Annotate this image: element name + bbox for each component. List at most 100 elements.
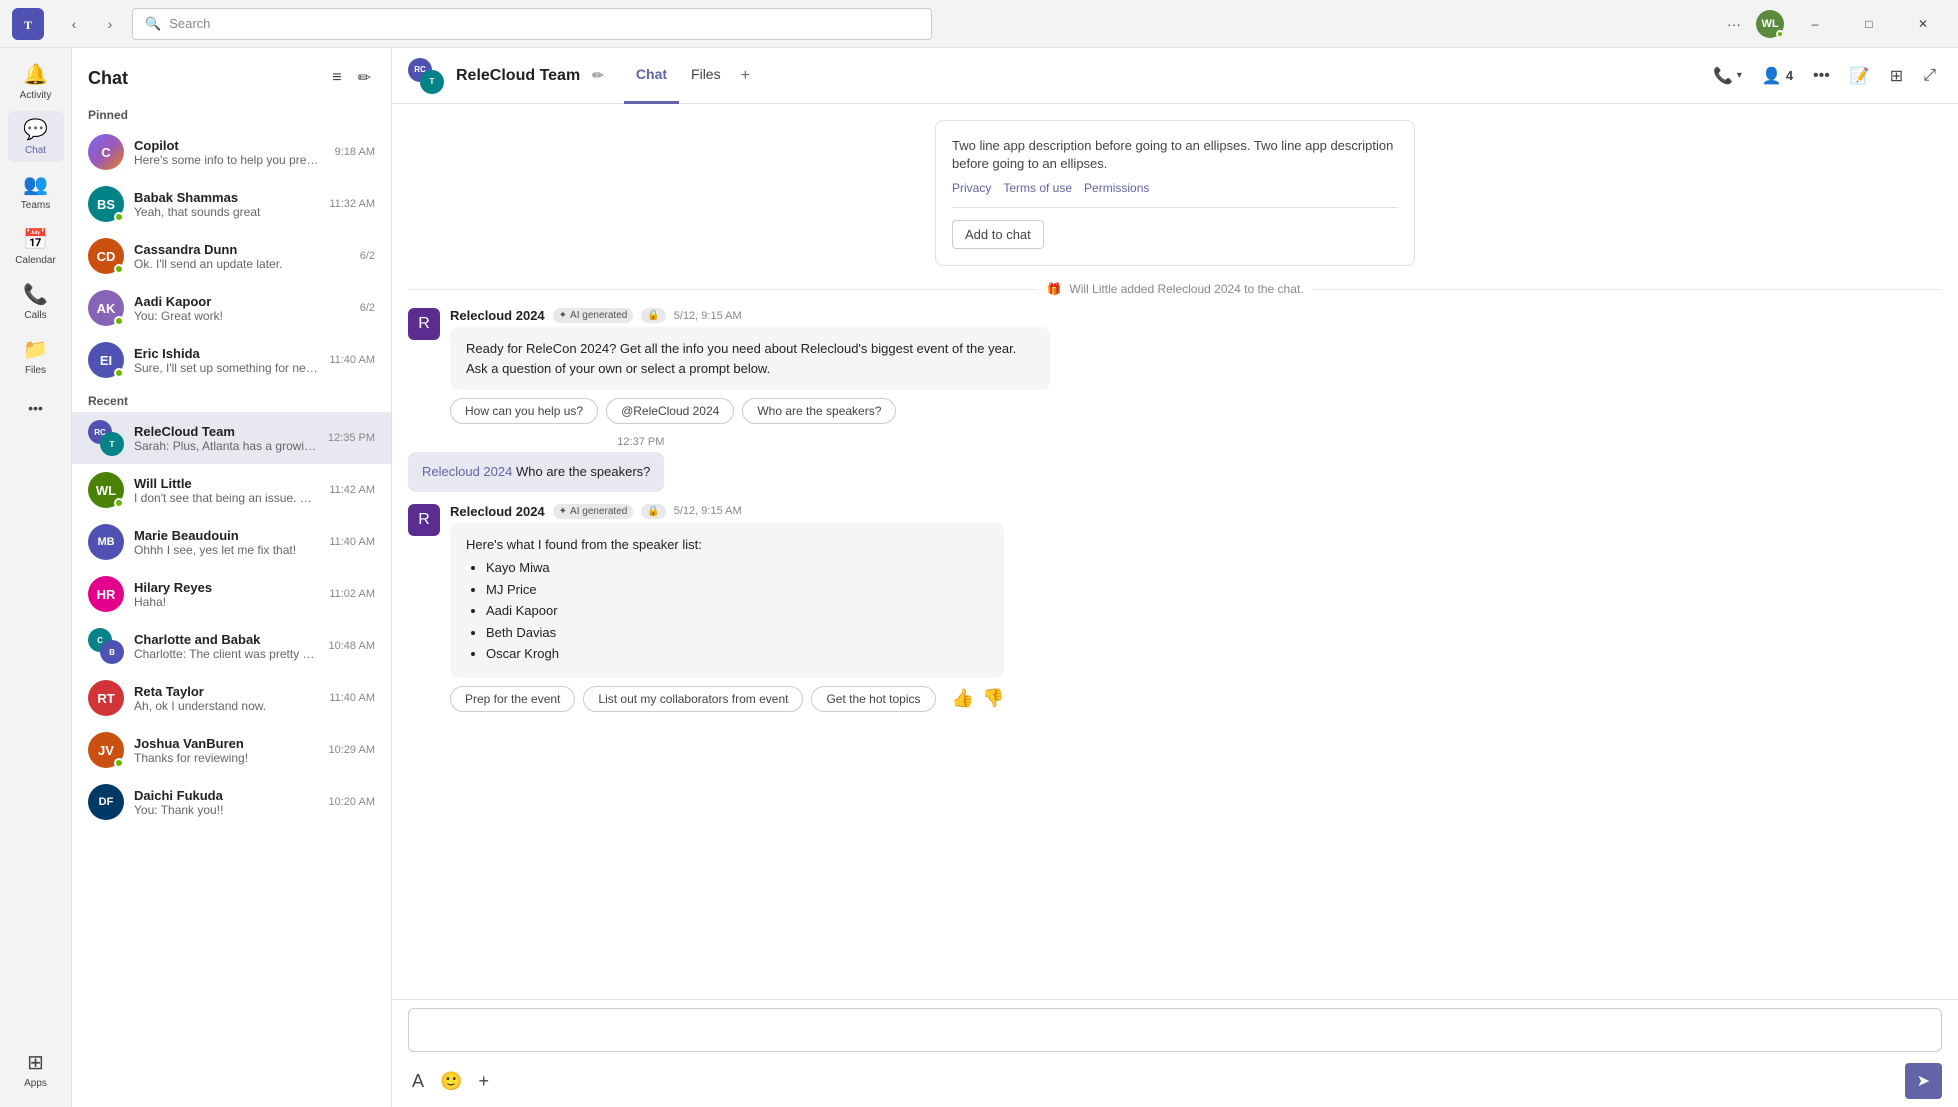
chat-time: 11:40 AM bbox=[329, 692, 375, 704]
list-item[interactable]: HR Hilary Reyes Haha! 11:02 AM bbox=[72, 568, 391, 620]
chat-name: Cassandra Dunn bbox=[134, 242, 350, 257]
terms-link[interactable]: Terms of use bbox=[1003, 181, 1072, 195]
sidebar-item-activity[interactable]: 🔔 Activity bbox=[8, 56, 64, 107]
tab-chat[interactable]: Chat bbox=[624, 48, 679, 104]
chat-time: 11:42 AM bbox=[329, 484, 375, 496]
message-intro: Here's what I found from the speaker lis… bbox=[466, 535, 988, 555]
list-item[interactable]: CD Cassandra Dunn Ok. I'll send an updat… bbox=[72, 230, 391, 282]
list-item[interactable]: RC T ReleCloud Team Sarah: Plus, Atlanta… bbox=[72, 412, 391, 464]
more-options-button[interactable]: ··· bbox=[1720, 10, 1748, 38]
format-button[interactable]: A bbox=[408, 1067, 428, 1096]
chat-preview: Yeah, that sounds great bbox=[134, 205, 319, 219]
list-item[interactable]: C Copilot Here's some info to help you p… bbox=[72, 126, 391, 178]
ai-badge: ✦ AI generated bbox=[553, 504, 634, 519]
chat-name: Joshua VanBuren bbox=[134, 736, 319, 751]
sidebar-item-files[interactable]: 📁 Files bbox=[8, 331, 64, 382]
list-item[interactable]: BS Babak Shammas Yeah, that sounds great… bbox=[72, 178, 391, 230]
recent-section-label: Recent bbox=[72, 386, 391, 412]
sidebar-item-more[interactable]: ••• bbox=[8, 394, 64, 422]
search-bar[interactable]: 🔍 Search bbox=[132, 8, 932, 40]
add-tab-button[interactable]: + bbox=[733, 67, 758, 85]
minimize-button[interactable]: – bbox=[1792, 8, 1838, 40]
search-placeholder: Search bbox=[169, 16, 210, 31]
close-button[interactable]: ✕ bbox=[1900, 8, 1946, 40]
list-item: MJ Price bbox=[486, 580, 988, 600]
chat-info: Marie Beaudouin Ohhh I see, yes let me f… bbox=[134, 528, 319, 557]
files-icon: 📁 bbox=[23, 337, 48, 362]
forward-button[interactable]: › bbox=[96, 10, 124, 38]
permissions-link[interactable]: Permissions bbox=[1084, 181, 1149, 195]
sidebar-item-calendar[interactable]: 📅 Calendar bbox=[8, 221, 64, 272]
avatar: HR bbox=[88, 576, 124, 612]
chat-header: RC T ReleCloud Team ✏ Chat Files + 📞 ▾ 👤… bbox=[392, 48, 1958, 104]
action-how-button[interactable]: How can you help us? bbox=[450, 398, 598, 424]
apps-button[interactable]: ⊞ bbox=[1884, 60, 1909, 92]
list-item[interactable]: JV Joshua VanBuren Thanks for reviewing!… bbox=[72, 724, 391, 776]
thumbs-down-button[interactable]: 👎 bbox=[982, 686, 1004, 712]
compose-input[interactable] bbox=[408, 1008, 1942, 1052]
svg-text:T: T bbox=[24, 18, 32, 32]
send-button[interactable]: ➤ bbox=[1905, 1063, 1942, 1099]
thumbs-up-button[interactable]: 👍 bbox=[952, 686, 974, 712]
emoji-button[interactable]: 🙂 bbox=[436, 1067, 466, 1096]
message-meta: 12:37 PM bbox=[408, 436, 664, 448]
notes-button[interactable]: 📝 bbox=[1844, 60, 1876, 92]
action-at-button[interactable]: @ReleCloud 2024 bbox=[606, 398, 734, 424]
calls-icon: 📞 bbox=[23, 282, 48, 307]
edit-name-button[interactable]: ✏ bbox=[592, 67, 604, 84]
call-icon: 📞 bbox=[1713, 66, 1733, 86]
participants-button[interactable]: 👤 4 bbox=[1756, 60, 1799, 92]
chat-preview: Here's some info to help you prep for yo… bbox=[134, 153, 325, 167]
avatar: DF bbox=[88, 784, 124, 820]
chat-header-avatar: RC T bbox=[408, 58, 444, 94]
header-actions: 📞 ▾ 👤 4 ••• 📝 ⊞ ⤢ bbox=[1707, 60, 1942, 92]
chat-name: Babak Shammas bbox=[134, 190, 319, 205]
list-item: Kayo Miwa bbox=[486, 558, 988, 578]
list-item[interactable]: C B Charlotte and Babak Charlotte: The c… bbox=[72, 620, 391, 672]
filter-button[interactable]: ≡ bbox=[328, 64, 345, 92]
compose-button[interactable]: ✏ bbox=[354, 64, 375, 92]
action-prep-button[interactable]: Prep for the event bbox=[450, 686, 575, 712]
chat-time: 10:48 AM bbox=[329, 640, 375, 652]
chat-info: Eric Ishida Sure, I'll set up something … bbox=[134, 346, 319, 375]
list-item[interactable]: WL Will Little I don't see that being an… bbox=[72, 464, 391, 516]
action-collaborators-button[interactable]: List out my collaborators from event bbox=[583, 686, 803, 712]
chat-name: Marie Beaudouin bbox=[134, 528, 319, 543]
chat-main: RC T ReleCloud Team ✏ Chat Files + 📞 ▾ 👤… bbox=[392, 48, 1958, 1107]
call-button[interactable]: 📞 ▾ bbox=[1707, 60, 1748, 92]
attach-button[interactable]: + bbox=[474, 1067, 493, 1096]
sidebar-item-chat[interactable]: 💬 Chat bbox=[8, 111, 64, 162]
chat-info: ReleCloud Team Sarah: Plus, Atlanta has … bbox=[134, 424, 318, 453]
privacy-link[interactable]: Privacy bbox=[952, 181, 991, 195]
back-button[interactable]: ‹ bbox=[60, 10, 88, 38]
chat-time: 11:32 AM bbox=[329, 198, 375, 210]
chat-info: Copilot Here's some info to help you pre… bbox=[134, 138, 325, 167]
left-rail: 🔔 Activity 💬 Chat 👥 Teams 📅 Calendar 📞 C… bbox=[0, 48, 72, 1107]
list-item[interactable]: MB Marie Beaudouin Ohhh I see, yes let m… bbox=[72, 516, 391, 568]
status-badge bbox=[114, 212, 124, 222]
chat-preview: I don't see that being an issue. Can you… bbox=[134, 491, 319, 505]
action-topics-button[interactable]: Get the hot topics bbox=[811, 686, 935, 712]
chat-info: Charlotte and Babak Charlotte: The clien… bbox=[134, 632, 319, 661]
expand-button[interactable]: ⤢ bbox=[1917, 61, 1942, 91]
chat-info: Reta Taylor Ah, ok I understand now. bbox=[134, 684, 319, 713]
list-item[interactable]: DF Daichi Fukuda You: Thank you!! 10:20 … bbox=[72, 776, 391, 828]
maximize-button[interactable]: □ bbox=[1846, 8, 1892, 40]
add-to-chat-button[interactable]: Add to chat bbox=[952, 220, 1044, 249]
sidebar-header: Chat ≡ ✏ bbox=[72, 48, 391, 100]
message-actions: How can you help us? @ReleCloud 2024 Who… bbox=[450, 398, 1050, 424]
more-actions-button[interactable]: ••• bbox=[1807, 61, 1836, 91]
list-item[interactable]: AK Aadi Kapoor You: Great work! 6/2 bbox=[72, 282, 391, 334]
user-avatar[interactable]: WL bbox=[1756, 10, 1784, 38]
action-speakers-button[interactable]: Who are the speakers? bbox=[742, 398, 896, 424]
list-item[interactable]: EI Eric Ishida Sure, I'll set up somethi… bbox=[72, 334, 391, 386]
pinned-section-label: Pinned bbox=[72, 100, 391, 126]
sidebar-item-calls[interactable]: 📞 Calls bbox=[8, 276, 64, 327]
sidebar-item-teams[interactable]: 👥 Teams bbox=[8, 166, 64, 217]
sidebar-item-apps[interactable]: ⊞ Apps bbox=[8, 1044, 64, 1095]
tab-files[interactable]: Files bbox=[679, 48, 733, 104]
chat-icon: 💬 bbox=[23, 117, 48, 142]
chat-info: Cassandra Dunn Ok. I'll send an update l… bbox=[134, 242, 350, 271]
list-item[interactable]: RT Reta Taylor Ah, ok I understand now. … bbox=[72, 672, 391, 724]
avatar: JV bbox=[88, 732, 124, 768]
